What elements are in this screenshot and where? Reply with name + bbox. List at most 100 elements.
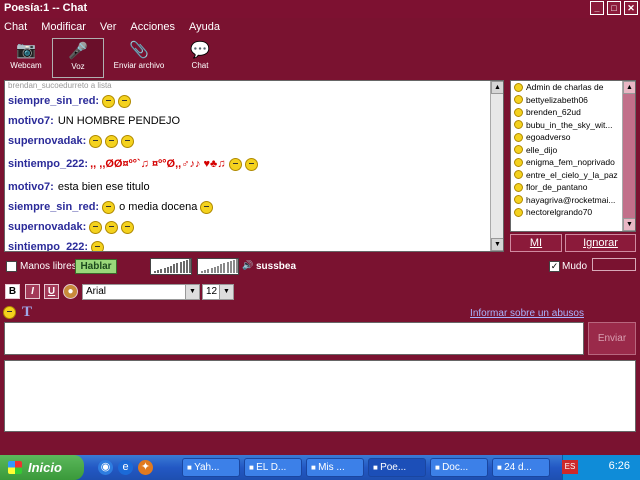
meter-bar xyxy=(182,261,185,273)
taskbar-button[interactable]: ■ Doc... xyxy=(430,458,488,477)
mudo-label: Mudo xyxy=(562,261,588,272)
italic-button[interactable]: I xyxy=(25,284,40,299)
menu-chat[interactable]: Chat xyxy=(4,21,27,33)
internet-explorer-icon[interactable]: e xyxy=(118,460,133,475)
emoticon-picker-icon[interactable] xyxy=(3,306,16,319)
chat-line: supernovadak: xyxy=(5,217,503,237)
language-indicator[interactable]: ES xyxy=(562,460,578,474)
mudo-slider[interactable] xyxy=(592,258,636,271)
meter-bar xyxy=(166,266,169,273)
chat-line: siempre_sin_red: xyxy=(5,91,503,111)
taskbar-button[interactable]: ■ Yah... xyxy=(182,458,240,477)
webcam-button[interactable]: 📷 Webcam xyxy=(0,38,52,78)
underline-button[interactable]: U xyxy=(44,284,59,299)
emoticon-icon xyxy=(102,94,116,108)
voz-label: Voz xyxy=(71,62,85,71)
user-name: brenden_62ud xyxy=(526,107,581,117)
scroll-down-arrow[interactable]: ▼ xyxy=(491,238,503,251)
chat-log[interactable]: brendan_sucoedurreto a lista siempre_sin… xyxy=(4,80,504,252)
taskbar-button-label: Mis ... xyxy=(318,462,345,473)
emoticon-icon xyxy=(200,200,214,214)
chevron-down-icon[interactable]: ▼ xyxy=(185,285,199,299)
user-status-icon xyxy=(514,157,523,167)
clock: 6:26 xyxy=(608,460,630,472)
chat-nick[interactable]: sintiempo_222: xyxy=(8,154,88,174)
chat-nick[interactable]: siempre_sin_red: xyxy=(8,91,99,111)
send-file-button[interactable]: 📎 Enviar archivo xyxy=(104,38,174,78)
user-list[interactable]: Admin de charlas de bettyelizabeth06 brend… xyxy=(510,80,636,232)
mi-button[interactable]: MI xyxy=(510,234,562,252)
meter-bar xyxy=(176,263,179,273)
meter-bar xyxy=(236,258,239,273)
taskbar-button[interactable]: ■ Poe... xyxy=(368,458,426,477)
close-button[interactable]: ✕ xyxy=(624,1,638,15)
meter-bar xyxy=(226,262,229,273)
size-select[interactable]: 12 ▼ xyxy=(202,284,234,300)
taskbar-button[interactable]: ■ EL D... xyxy=(244,458,302,477)
minimize-button[interactable]: _ xyxy=(590,1,604,15)
chat-nick[interactable]: motivo7: xyxy=(8,111,54,131)
user-list-item[interactable]: Admin de charlas de xyxy=(511,81,635,94)
emoticon-icon xyxy=(91,240,105,251)
send-button[interactable]: Enviar xyxy=(588,322,636,355)
meter-bar xyxy=(220,264,223,273)
menu-modificar[interactable]: Modificar xyxy=(41,21,86,33)
user-list-item[interactable]: hayagriva@rocketmai... xyxy=(511,194,635,207)
desktop-icon[interactable]: ◉ xyxy=(98,460,113,475)
chevron-down-icon[interactable]: ▼ xyxy=(219,285,233,299)
menu-ayuda[interactable]: Ayuda xyxy=(189,21,220,33)
user-list-item[interactable]: elle_dijo xyxy=(511,144,635,157)
user-name: egoadverso xyxy=(526,132,571,142)
folder-icon: ■ xyxy=(311,463,319,472)
voz-button[interactable]: 🎤 Voz xyxy=(52,38,104,78)
chat-nick[interactable]: siempre_sin_red: xyxy=(8,197,99,217)
user-list-item[interactable]: egoadverso xyxy=(511,131,635,144)
chat-nick[interactable]: sintiempo_222: xyxy=(8,237,88,251)
user-list-item[interactable]: bettyelizabeth06 xyxy=(511,94,635,107)
user-list-item[interactable]: brenden_62ud xyxy=(511,106,635,119)
user-scroll-down-arrow[interactable]: ▼ xyxy=(623,218,635,231)
maximize-button[interactable]: □ xyxy=(607,1,621,15)
mudo-checkbox[interactable]: ✓ xyxy=(549,261,560,272)
chat-nick[interactable]: supernovadak: xyxy=(8,217,86,237)
user-list-item[interactable]: entre_el_cielo_y_la_paz xyxy=(511,169,635,182)
chat-scrollbar[interactable]: ▲ ▼ xyxy=(490,81,503,251)
messenger-icon: ■ xyxy=(373,463,381,472)
media-icon[interactable]: ✦ xyxy=(138,460,153,475)
chat-line: motivo7: esta bien ese titulo xyxy=(5,177,503,197)
chat-nick[interactable]: motivo7: xyxy=(8,177,54,197)
font-select[interactable]: Arial ▼ xyxy=(82,284,200,300)
chat-message: UN HOMBRE PENDEJO xyxy=(57,115,181,127)
speaker-volume-meter[interactable] xyxy=(197,258,239,275)
ignorar-button[interactable]: Ignorar xyxy=(565,234,636,252)
emoticon-icon xyxy=(105,220,119,234)
meter-bar xyxy=(229,261,232,273)
meter-bar xyxy=(217,265,219,273)
taskbar-button[interactable]: ■ 24 d... xyxy=(492,458,550,477)
bottom-panel xyxy=(4,360,636,432)
chat-button[interactable]: 💬 Chat xyxy=(174,38,226,78)
text-style-icon[interactable]: T xyxy=(22,304,32,321)
user-list-scrollbar[interactable]: ▲ ▼ xyxy=(622,81,635,231)
user-list-item[interactable]: hectorelgrando70 xyxy=(511,206,635,219)
start-button[interactable]: Inicio xyxy=(0,455,84,480)
chat-label: Chat xyxy=(191,61,209,70)
report-abuse-link[interactable]: Informar sobre un abusos xyxy=(470,308,584,319)
user-list-item[interactable]: enigma_fem_noprivado xyxy=(511,156,635,169)
speaker-icon: 🔊 xyxy=(242,260,254,270)
palette-icon[interactable]: ● xyxy=(63,284,78,299)
menu-acciones[interactable]: Acciones xyxy=(130,21,175,33)
user-status-icon xyxy=(514,207,523,217)
taskbar-button[interactable]: ■ Mis ... xyxy=(306,458,364,477)
user-list-item[interactable]: bubu_in_the_sky_wit... xyxy=(511,119,635,132)
bold-button[interactable]: B xyxy=(5,284,20,299)
scroll-up-arrow[interactable]: ▲ xyxy=(491,81,503,94)
message-input[interactable] xyxy=(4,322,584,355)
menu-ver[interactable]: Ver xyxy=(100,21,117,33)
user-scroll-up-arrow[interactable]: ▲ xyxy=(623,81,635,94)
chat-nick[interactable]: supernovadak: xyxy=(8,131,86,151)
user-list-item[interactable]: flor_de_pantano xyxy=(511,181,635,194)
taskbar-button-label: 24 d... xyxy=(504,462,532,473)
manos-libres-checkbox[interactable] xyxy=(6,261,17,272)
hablar-button[interactable]: Hablar xyxy=(75,259,117,274)
